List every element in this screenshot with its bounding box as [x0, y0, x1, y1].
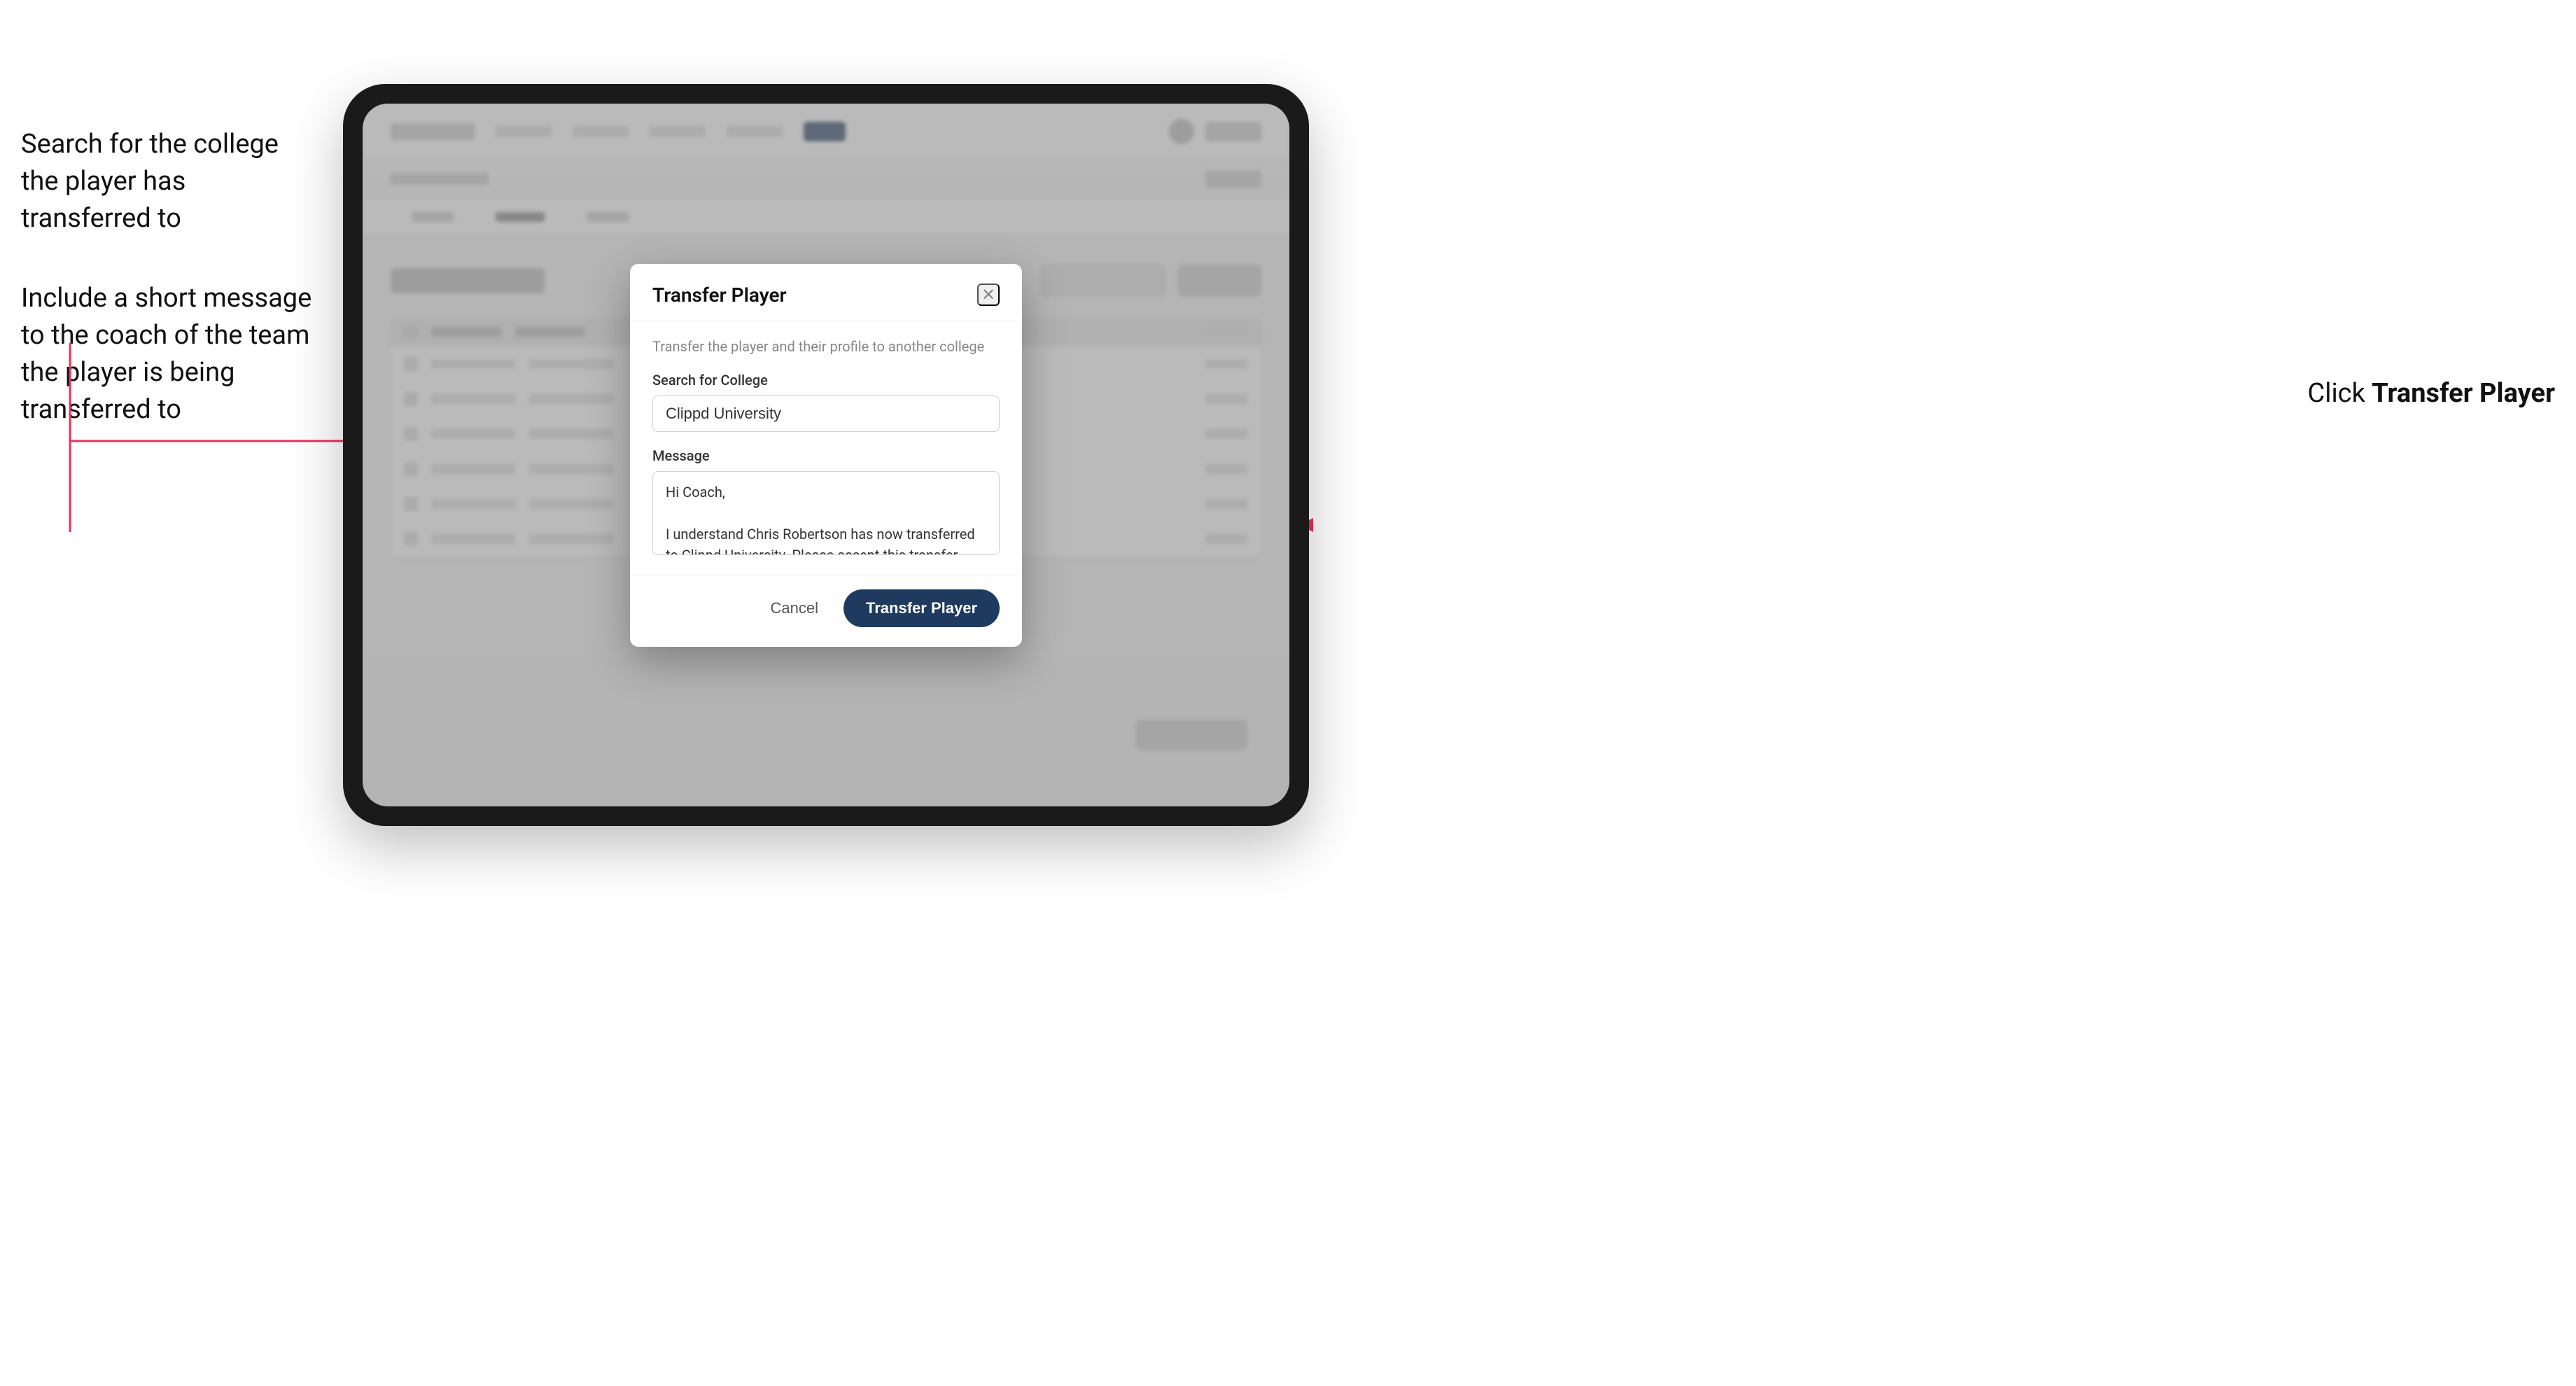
college-label: Search for College: [652, 372, 1000, 388]
modal-footer: Cancel Transfer Player: [630, 575, 1022, 647]
close-icon: ✕: [981, 285, 995, 305]
modal-header: Transfer Player ✕: [630, 264, 1022, 321]
modal-close-button[interactable]: ✕: [977, 284, 1000, 306]
annotation-click-text: Click: [2307, 378, 2365, 409]
cancel-button[interactable]: Cancel: [760, 592, 830, 624]
tablet-device: Transfer Player ✕ Transfer the player an…: [343, 84, 1309, 826]
annotation-transfer-text: Transfer Player: [2372, 378, 2555, 409]
annotation-right: Click Transfer Player: [2307, 378, 2555, 409]
transfer-player-button[interactable]: Transfer Player: [844, 589, 1000, 627]
modal-subtitle: Transfer the player and their profile to…: [652, 338, 1000, 355]
modal-overlay: Transfer Player ✕ Transfer the player an…: [363, 104, 1289, 806]
message-label: Message: [652, 447, 1000, 464]
tablet-screen: Transfer Player ✕ Transfer the player an…: [363, 104, 1289, 806]
college-search-input[interactable]: [652, 396, 1000, 432]
modal-body: Transfer the player and their profile to…: [630, 321, 1022, 575]
transfer-player-modal: Transfer Player ✕ Transfer the player an…: [630, 264, 1022, 647]
modal-title: Transfer Player: [652, 284, 787, 307]
message-textarea[interactable]: Hi Coach, I understand Chris Robertson h…: [652, 471, 1000, 555]
annotation-message-text: Include a short message to the coach of …: [21, 280, 315, 429]
annotation-left: Search for the college the player has tr…: [21, 126, 315, 470]
annotation-search-text: Search for the college the player has tr…: [21, 126, 315, 238]
